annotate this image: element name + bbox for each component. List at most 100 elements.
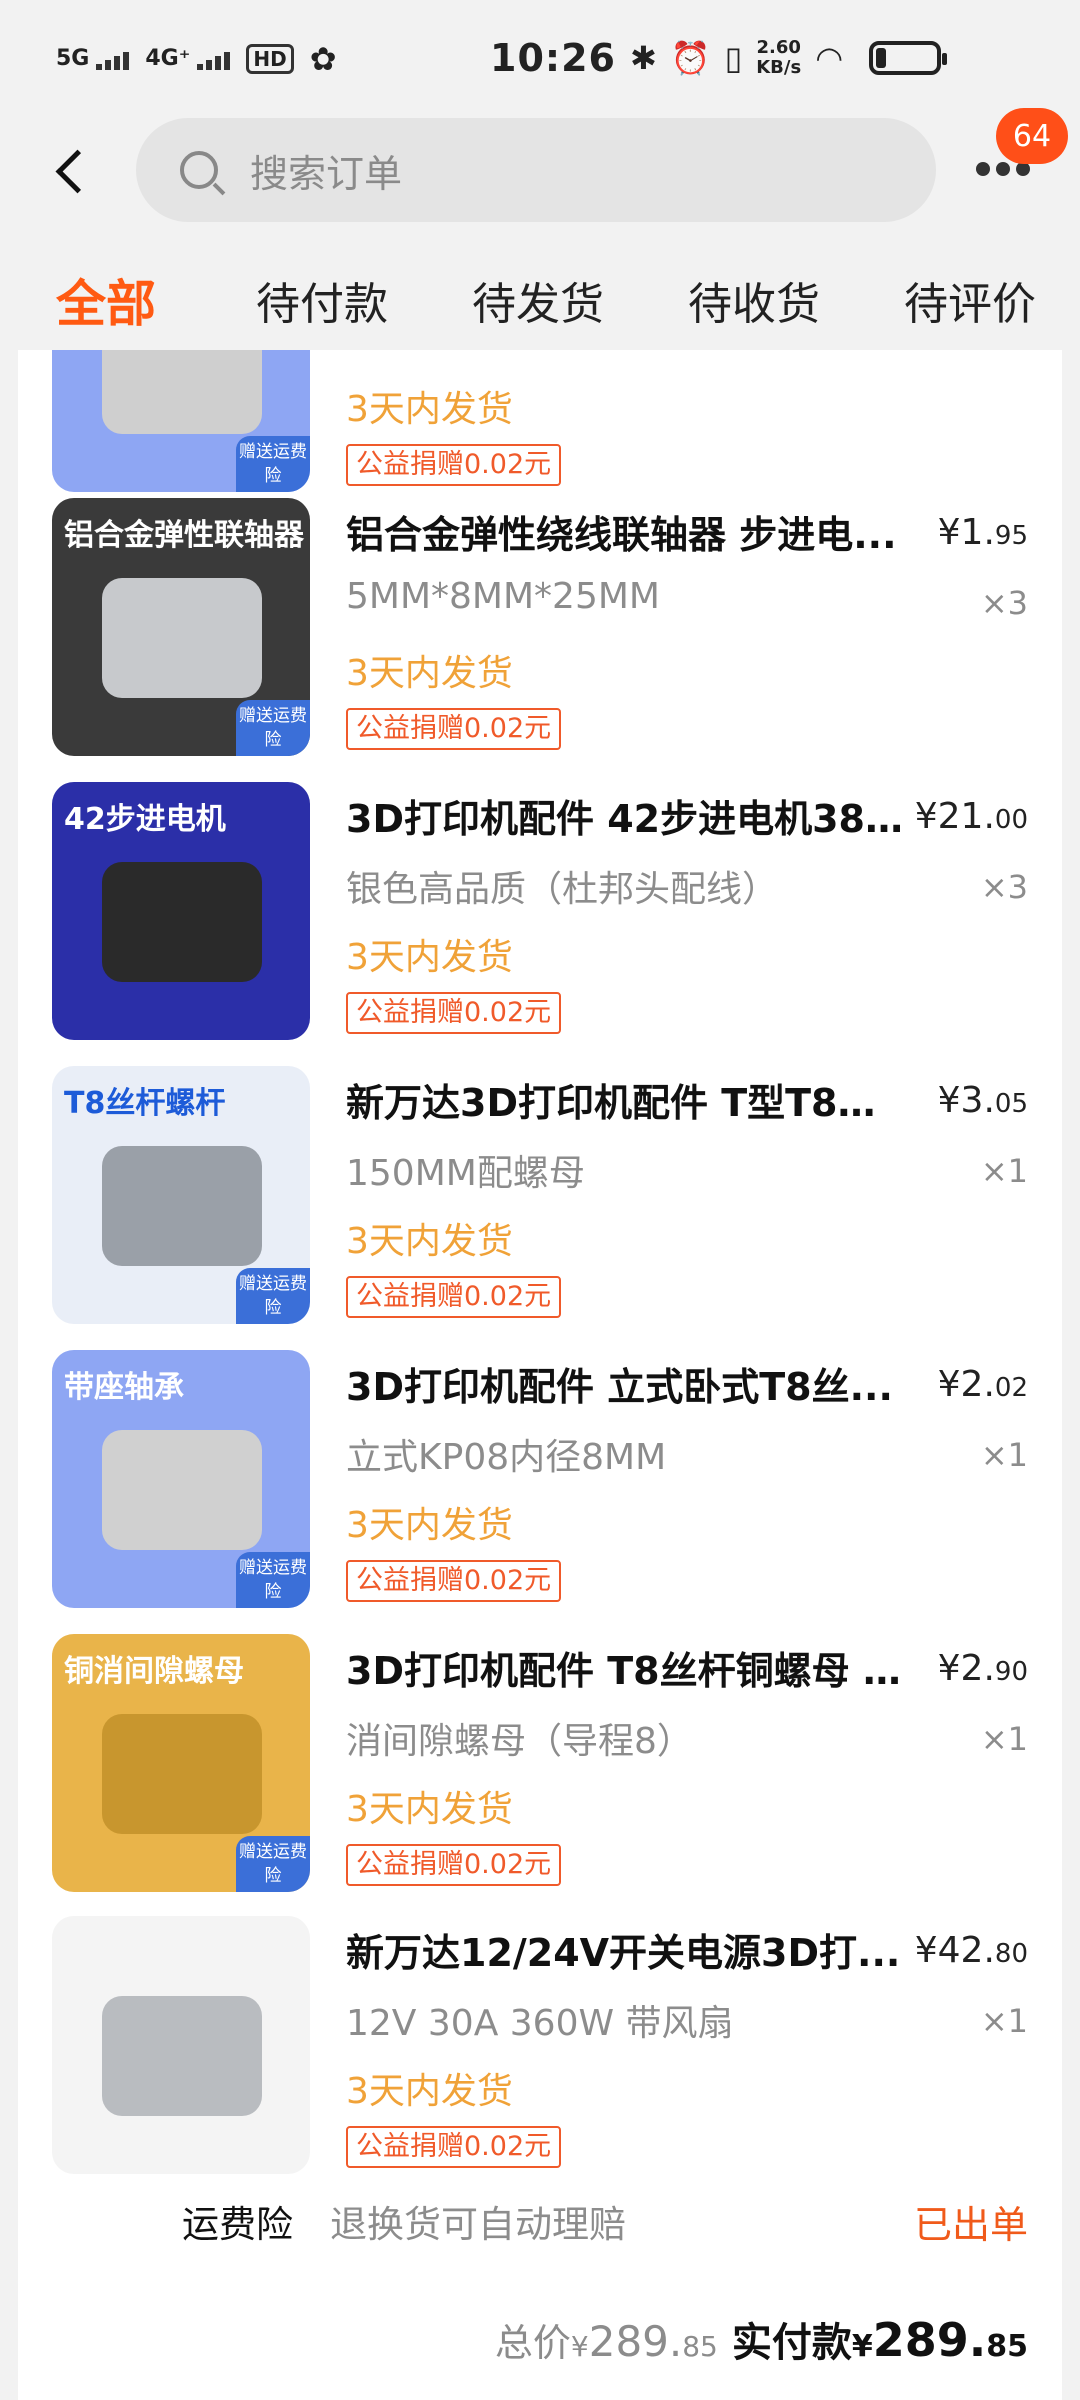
product-thumbnail[interactable]: 带座轴承 赠送运费险: [52, 1350, 310, 1608]
hd-icon: HD: [246, 44, 294, 74]
product-spec: 消间隙螺母（导程8）: [346, 1721, 693, 1762]
vibrate-icon: ▯: [724, 39, 743, 77]
tab-pending-payment[interactable]: 待付款: [256, 268, 388, 332]
tab-pending-review[interactable]: 待评价: [904, 268, 1036, 332]
order-item[interactable]: 赠送运费险 3天内发货 公益捐赠0.02元: [18, 350, 1062, 516]
ship-time: 3天内发货: [346, 389, 513, 430]
paid-label: 实付款: [731, 2320, 852, 2366]
order-item[interactable]: 铝合金弹性联轴器 赠送运费险 铝合金弹性绕线联轴器 步进电... ¥1.95 5…: [18, 498, 1062, 780]
product-spec: 5MM*8MM*25MM: [346, 576, 660, 617]
ship-time: 3天内发货: [346, 1505, 513, 1546]
order-tabs: 全部 待付款 待发货 待收货 待评价: [0, 240, 1080, 350]
ship-time: 3天内发货: [346, 653, 513, 694]
order-card[interactable]: 赠送运费险 3天内发货 公益捐赠0.02元 铝合金弹性联轴器 赠送运费险 铝合金…: [18, 350, 1062, 2400]
product-spec: 银色高品质（杜邦头配线）: [346, 869, 779, 910]
thumbnail-label: 42步进电机: [64, 802, 226, 837]
thumbnail-label: 带座轴承: [64, 1370, 184, 1405]
order-item[interactable]: 42步进电机 3D打印机配件 42步进电机38... ¥21.00 银色高品质（…: [18, 782, 1062, 1064]
paid-currency: ¥: [851, 2329, 873, 2364]
insurance-description: 退换货可自动理赔: [330, 2203, 626, 2246]
product-thumbnail[interactable]: [52, 1916, 310, 2174]
product-quantity: ×1: [980, 1720, 1028, 1758]
ship-time: 3天内发货: [346, 1789, 513, 1830]
product-price: ¥1.95: [937, 512, 1028, 553]
insurance-label: 运费险: [182, 2203, 293, 2246]
product-quantity: ×3: [980, 868, 1028, 906]
product-thumbnail[interactable]: 铝合金弹性联轴器 赠送运费险: [52, 498, 310, 756]
thumbnail-label: 铜消间隙螺母: [64, 1654, 244, 1689]
network-speed: 2.60 KB/s: [756, 37, 802, 78]
more-options-button[interactable]: [976, 162, 1030, 176]
status-right: 10:26 ✱ ⏰ ▯ 2.60 KB/s ◠: [490, 36, 948, 80]
tab-pending-shipment[interactable]: 待发货: [472, 268, 604, 332]
product-price: ¥2.02: [937, 1364, 1028, 1405]
signal-4g-icon: 4G⁺: [145, 48, 231, 70]
order-item[interactable]: T8丝杆螺杆 赠送运费险 新万达3D打印机配件 T型T8不... ¥3.05 1…: [18, 1066, 1062, 1348]
shipping-insurance-tag: 赠送运费险: [236, 1836, 310, 1892]
total-amount-decimal: 85: [682, 2330, 718, 2363]
alarm-icon: ⏰: [670, 39, 711, 77]
product-price: ¥42.80: [914, 1930, 1028, 1971]
clock: 10:26: [490, 36, 616, 80]
order-item[interactable]: 新万达12/24V开关电源3D打... ¥42.80 12V 30A 360W …: [18, 1916, 1062, 2198]
product-title[interactable]: 铝合金弹性绕线联轴器 步进电...: [346, 504, 906, 559]
shipping-insurance-row[interactable]: 运费险 退换货可自动理赔 已出单: [18, 2184, 1062, 2264]
message-count-badge: 64: [996, 108, 1068, 164]
app-notification-icon: ✿: [309, 40, 337, 78]
ship-time: 3天内发货: [346, 937, 513, 978]
thumbnail-label: 铝合金弹性联轴器: [64, 518, 304, 553]
product-thumbnail[interactable]: T8丝杆螺杆 赠送运费险: [52, 1066, 310, 1324]
search-input[interactable]: 搜索订单: [136, 118, 936, 222]
product-price: ¥21.00: [914, 796, 1028, 837]
product-spec: 12V 30A 360W 带风扇: [346, 2003, 734, 2044]
status-bar: 5G 4G⁺ HD ✿ 10:26 ✱ ⏰ ▯ 2.60 KB/s ◠: [0, 0, 1080, 118]
donation-tag: 公益捐赠0.02元: [346, 444, 562, 486]
back-button[interactable]: [50, 144, 100, 200]
insurance-status[interactable]: 已出单: [914, 2194, 1028, 2249]
product-quantity: ×3: [980, 584, 1028, 622]
tab-pending-receipt[interactable]: 待收货: [688, 268, 820, 332]
donation-tag: 公益捐赠0.02元: [346, 2126, 562, 2168]
shipping-insurance-tag: 赠送运费险: [236, 436, 310, 492]
donation-tag: 公益捐赠0.02元: [346, 992, 562, 1034]
donation-tag: 公益捐赠0.02元: [346, 1560, 562, 1602]
total-label: 总价: [494, 2321, 571, 2365]
search-icon: [180, 151, 218, 189]
wifi-icon: ◠: [815, 39, 844, 77]
product-spec: 150MM配螺母: [346, 1153, 585, 1194]
tab-all[interactable]: 全部: [56, 264, 156, 336]
product-quantity: ×1: [980, 2002, 1028, 2040]
paid-amount: 289.: [872, 2313, 987, 2367]
search-placeholder: 搜索订单: [250, 151, 403, 196]
donation-tag: 公益捐赠0.02元: [346, 1276, 562, 1318]
ship-time: 3天内发货: [346, 1221, 513, 1262]
donation-tag: 公益捐赠0.02元: [346, 1844, 562, 1886]
product-quantity: ×1: [980, 1152, 1028, 1190]
product-thumbnail[interactable]: 赠送运费险: [52, 350, 310, 492]
shipping-insurance-tag: 赠送运费险: [236, 1552, 310, 1608]
product-title[interactable]: 3D打印机配件 T8丝杆铜螺母 ...: [346, 1640, 906, 1695]
product-thumbnail[interactable]: 42步进电机: [52, 782, 310, 1040]
ship-time: 3天内发货: [346, 2071, 513, 2112]
donation-tag: 公益捐赠0.02元: [346, 708, 562, 750]
shipping-insurance-tag: 赠送运费险: [236, 1268, 310, 1324]
order-total: 总价 ¥ 289. 85 实付款 ¥ 289. 85: [495, 2310, 1028, 2368]
thumbnail-label: T8丝杆螺杆: [64, 1086, 226, 1121]
product-quantity: ×1: [980, 1436, 1028, 1474]
total-currency: ¥: [570, 2330, 589, 2363]
battery-icon: [869, 41, 948, 75]
order-item[interactable]: 带座轴承 赠送运费险 3D打印机配件 立式卧式T8丝... ¥2.02 立式KP…: [18, 1350, 1062, 1632]
header: 搜索订单 64: [0, 108, 1080, 222]
shipping-insurance-tag: 赠送运费险: [236, 700, 310, 756]
product-thumbnail[interactable]: 铜消间隙螺母 赠送运费险: [52, 1634, 310, 1892]
product-title[interactable]: 新万达3D打印机配件 T型T8不...: [346, 1072, 906, 1127]
total-amount: 289.: [588, 2317, 683, 2366]
product-title[interactable]: 3D打印机配件 立式卧式T8丝...: [346, 1356, 906, 1411]
product-price: ¥2.90: [937, 1648, 1028, 1689]
product-spec: 立式KP08内径8MM: [346, 1437, 667, 1478]
order-item[interactable]: 铜消间隙螺母 赠送运费险 3D打印机配件 T8丝杆铜螺母 ... ¥2.90 消…: [18, 1634, 1062, 1916]
bluetooth-icon: ✱: [629, 39, 657, 77]
product-title[interactable]: 3D打印机配件 42步进电机38...: [346, 788, 906, 843]
product-title[interactable]: 新万达12/24V开关电源3D打...: [346, 1922, 906, 1977]
product-price: ¥3.05: [937, 1080, 1028, 1121]
